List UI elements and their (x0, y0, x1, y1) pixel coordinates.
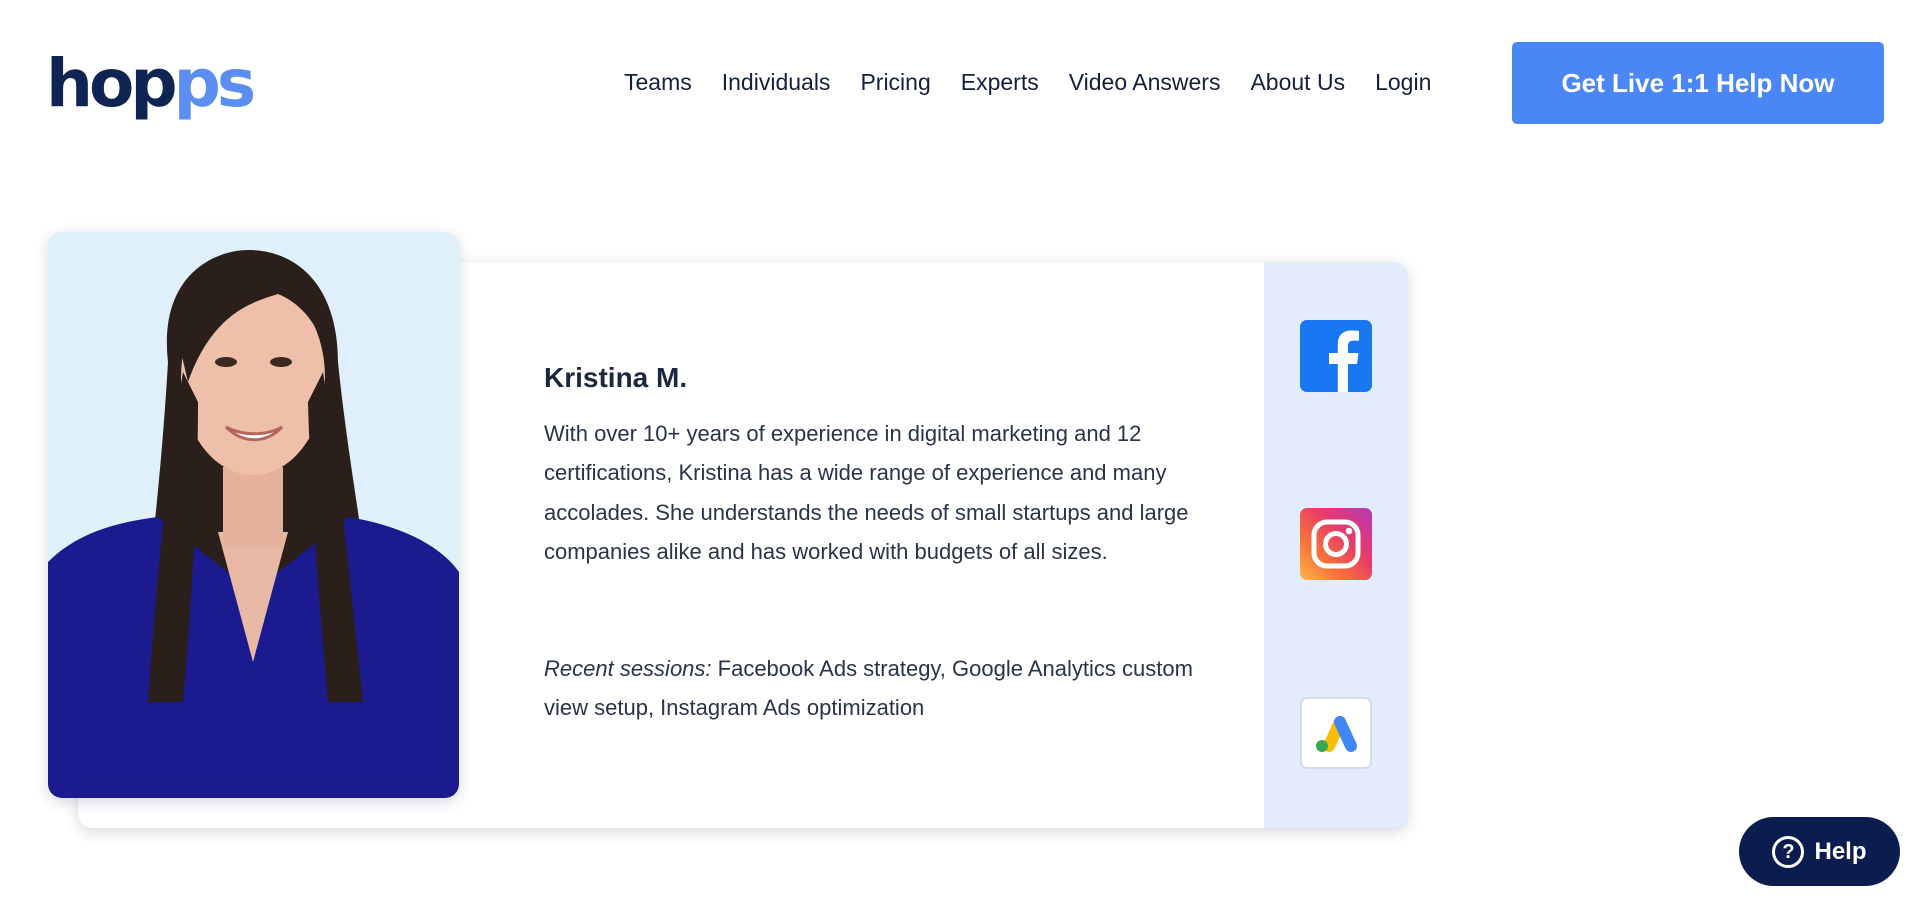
hopps-logo[interactable]: hopps (46, 44, 256, 124)
help-button[interactable]: ? Help (1739, 817, 1900, 886)
help-label: Help (1814, 837, 1867, 865)
expert-name: Kristina M. (544, 362, 688, 393)
instagram-icon[interactable] (1300, 508, 1372, 580)
site-header: hopps Teams Individuals Pricing Experts … (0, 0, 1920, 165)
nav-individuals[interactable]: Individuals (722, 62, 831, 102)
nav-experts[interactable]: Experts (961, 62, 1039, 102)
recent-sessions: Recent sessions: Facebook Ads strategy, … (544, 649, 1204, 728)
main-nav: Teams Individuals Pricing Experts Video … (624, 62, 1431, 102)
expert-bio: With over 10+ years of experience in dig… (544, 421, 1189, 564)
nav-login[interactable]: Login (1375, 62, 1431, 102)
nav-teams[interactable]: Teams (624, 62, 692, 102)
question-circle-icon: ? (1772, 835, 1805, 868)
nav-pricing[interactable]: Pricing (860, 62, 930, 102)
nav-about-us[interactable]: About Us (1250, 62, 1345, 102)
facebook-icon[interactable] (1300, 320, 1372, 392)
expert-photo (48, 232, 459, 798)
get-live-help-button[interactable]: Get Live 1:1 Help Now (1512, 42, 1884, 124)
google-ads-icon[interactable] (1300, 697, 1372, 769)
recent-sessions-label: Recent sessions: (544, 656, 712, 681)
nav-video-answers[interactable]: Video Answers (1069, 62, 1221, 102)
